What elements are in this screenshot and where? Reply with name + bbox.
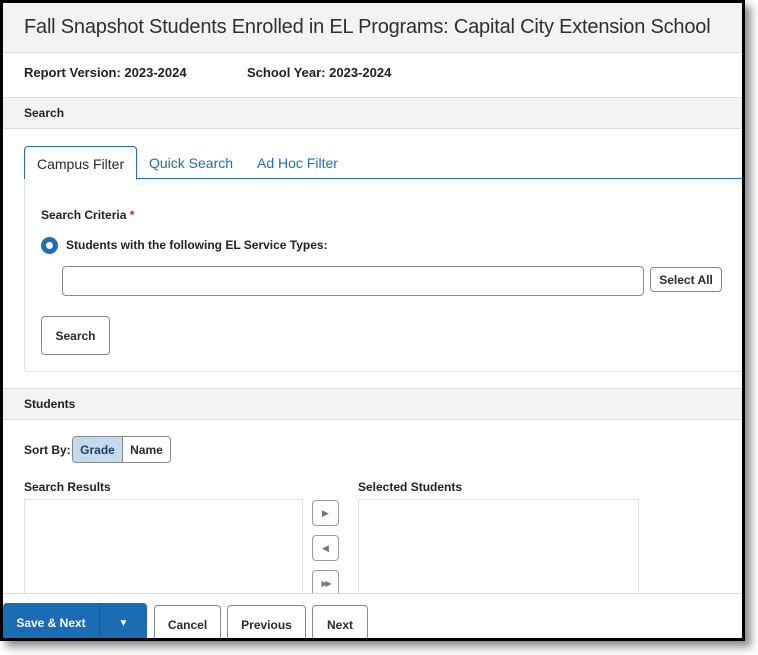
school-year: School Year: 2023-2024 — [247, 65, 392, 80]
search-tabs: Campus Filter Quick Search Ad Hoc Filter — [24, 146, 742, 180]
tab-quick-search[interactable]: Quick Search — [137, 146, 245, 180]
save-next-button[interactable]: Save & Next — [3, 603, 100, 638]
search-criteria-label: Search Criteria * — [41, 208, 134, 222]
report-window: Fall Snapshot Students Enrolled in EL Pr… — [0, 0, 745, 641]
save-options-dropdown[interactable]: ▼ — [100, 603, 147, 638]
search-section-header: Search — [3, 97, 742, 129]
required-marker: * — [129, 208, 135, 222]
report-version: Report Version: 2023-2024 — [24, 65, 187, 80]
el-service-types-label: Students with the following EL Service T… — [66, 238, 328, 252]
sort-by-toggle: Grade Name — [72, 436, 171, 463]
page-title: Fall Snapshot Students Enrolled in EL Pr… — [24, 16, 711, 38]
sort-by-label: Sort By: — [24, 443, 71, 457]
move-all-right-icon: ▶▶ — [321, 578, 331, 588]
previous-button[interactable]: Previous — [227, 605, 306, 638]
students-section-header: Students — [3, 388, 742, 420]
save-next-split-button: Save & Next ▼ — [3, 603, 147, 638]
tab-campus-filter[interactable]: Campus Filter — [24, 146, 138, 180]
next-button[interactable]: Next — [312, 605, 368, 638]
move-left-icon: ◀ — [322, 542, 329, 553]
select-all-button[interactable]: Select All — [650, 267, 722, 292]
title-bar: Fall Snapshot Students Enrolled in EL Pr… — [3, 3, 742, 53]
search-button[interactable]: Search — [41, 316, 110, 355]
search-results-list[interactable] — [24, 499, 303, 599]
search-results-label: Search Results — [24, 480, 111, 494]
move-right-button[interactable]: ▶ — [312, 500, 339, 526]
students-section-title: Students — [24, 397, 76, 411]
sort-grade-button[interactable]: Grade — [73, 437, 122, 462]
search-criteria-text: Search Criteria — [41, 208, 127, 222]
action-bar: Save & Next ▼ Cancel Previous Next — [3, 593, 742, 638]
search-section-title: Search — [24, 106, 65, 120]
cancel-button[interactable]: Cancel — [154, 605, 221, 638]
caret-down-icon: ▼ — [118, 617, 129, 629]
move-left-button[interactable]: ◀ — [312, 535, 339, 561]
selected-students-list[interactable] — [358, 499, 639, 599]
tab-ad-hoc-filter[interactable]: Ad Hoc Filter — [245, 146, 350, 180]
selected-students-label: Selected Students — [358, 480, 463, 494]
el-service-types-input[interactable] — [62, 266, 644, 296]
move-right-icon: ▶ — [322, 507, 329, 518]
sort-name-button[interactable]: Name — [121, 437, 170, 462]
el-service-types-radio[interactable] — [41, 237, 58, 254]
